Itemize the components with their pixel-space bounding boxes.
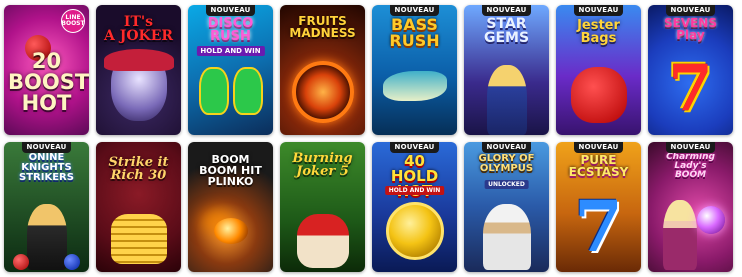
glove-left-icon — [198, 67, 229, 115]
lady-icon — [663, 200, 698, 270]
game-title: ONINE KNIGHTS STRIKERS — [19, 152, 74, 183]
new-badge: NOUVEAU — [389, 142, 440, 153]
game-tile-pure-ecstasy[interactable]: NOUVEAU 7 PURE ECSTASY — [556, 142, 641, 272]
ball-blue-icon — [64, 254, 80, 270]
game-tile-glory-of-olympus[interactable]: NOUVEAU GLORY OF OLYMPUS UNLOCKED — [464, 142, 549, 272]
new-badge: NOUVEAU — [665, 5, 716, 16]
meteor-icon — [213, 218, 248, 244]
game-title: BASS RUSH — [389, 15, 440, 50]
game-grid: LINE BOOST 20 BOOST HOT IT's A JOKER NOU… — [4, 5, 733, 272]
game-title: IT's A JOKER — [103, 14, 174, 44]
game-tile-fruits-madness[interactable]: FRUITS MADNESS — [280, 5, 365, 135]
game-tile-charming-ladys-boom[interactable]: NOUVEAU Charming Lady's BOOM — [648, 142, 733, 272]
game-tile-jester-bags[interactable]: NOUVEAU Jester Bags — [556, 5, 641, 135]
game-title: PURE ECSTASY — [568, 153, 629, 179]
game-tile-boom-boom-hit-plinko[interactable]: BOOM BOOM HIT PLINKO — [188, 142, 273, 272]
game-title: 20 BOOST HOT — [8, 49, 89, 115]
heroine-icon — [486, 65, 527, 135]
game-title: FRUITS MADNESS — [289, 14, 356, 40]
new-badge: NOUVEAU — [665, 142, 716, 153]
game-tile-sevens-play[interactable]: NOUVEAU 7 SEVENS Play — [648, 5, 733, 135]
game-title: Strike it Rich 30 — [108, 155, 169, 183]
game-tile-bass-rush[interactable]: NOUVEAU BASS RUSH — [372, 5, 457, 135]
game-tile-strike-it-rich-30[interactable]: Strike it Rich 30 — [96, 142, 181, 272]
game-tile-star-gems[interactable]: NOUVEAU STAR GEMS — [464, 5, 549, 135]
game-tile-its-a-joker[interactable]: IT's A JOKER — [96, 5, 181, 135]
fire-ring-icon — [291, 61, 354, 123]
line-boost-badge: LINE BOOST — [61, 9, 85, 33]
game-title: Charming Lady's BOOM — [666, 152, 715, 180]
game-tile-burning-joker-5[interactable]: Burning Joker 5 — [280, 142, 365, 272]
crystal-ball-icon — [696, 206, 725, 234]
new-badge: NOUVEAU — [205, 5, 256, 16]
game-title: BOOM BOOM HIT PLINKO — [199, 153, 262, 188]
player-icon — [26, 204, 67, 270]
game-subtitle: HOLD AND WIN — [196, 46, 265, 56]
new-badge: NOUVEAU — [481, 5, 532, 16]
game-title: DISCO RUSH — [207, 16, 254, 44]
coin-stack-icon — [110, 214, 167, 264]
glove-right-icon — [232, 67, 263, 115]
game-subtitle: HOLD AND WIN — [384, 186, 445, 195]
game-title: Jester Bags — [577, 18, 620, 46]
zeus-icon — [482, 204, 531, 270]
clover-coin-icon — [385, 202, 444, 260]
game-title: Burning Joker 5 — [292, 151, 353, 179]
game-title: STAR GEMS — [483, 16, 530, 46]
new-badge: NOUVEAU — [573, 142, 624, 153]
new-badge: NOUVEAU — [573, 5, 624, 16]
seven-symbol-icon: 7 — [668, 51, 713, 126]
game-tile-disco-rush[interactable]: NOUVEAU DISCO RUSH HOLD AND WIN — [188, 5, 273, 135]
money-bag-icon — [570, 67, 627, 123]
game-title: GLORY OF OLYMPUS — [478, 153, 535, 174]
joker-face-icon — [296, 214, 349, 268]
game-subtitle: UNLOCKED — [484, 180, 529, 189]
new-badge: NOUVEAU — [389, 5, 440, 16]
game-title: SEVENS Play — [663, 16, 717, 42]
ball-red-icon — [13, 254, 29, 270]
new-badge: NOUVEAU — [481, 142, 532, 153]
game-tile-40-hold-hot[interactable]: NOUVEAU 40 HOLD HOT HOLD AND WIN — [372, 142, 457, 272]
game-tile-20-boost-hot[interactable]: LINE BOOST 20 BOOST HOT — [4, 5, 89, 135]
fish-icon — [382, 71, 447, 101]
new-badge: NOUVEAU — [21, 142, 72, 153]
joker-hat-icon — [103, 49, 174, 71]
seven-symbol-icon: 7 — [574, 185, 623, 268]
game-tile-onine-knights-strikers[interactable]: NOUVEAU ONINE KNIGHTS STRIKERS — [4, 142, 89, 272]
